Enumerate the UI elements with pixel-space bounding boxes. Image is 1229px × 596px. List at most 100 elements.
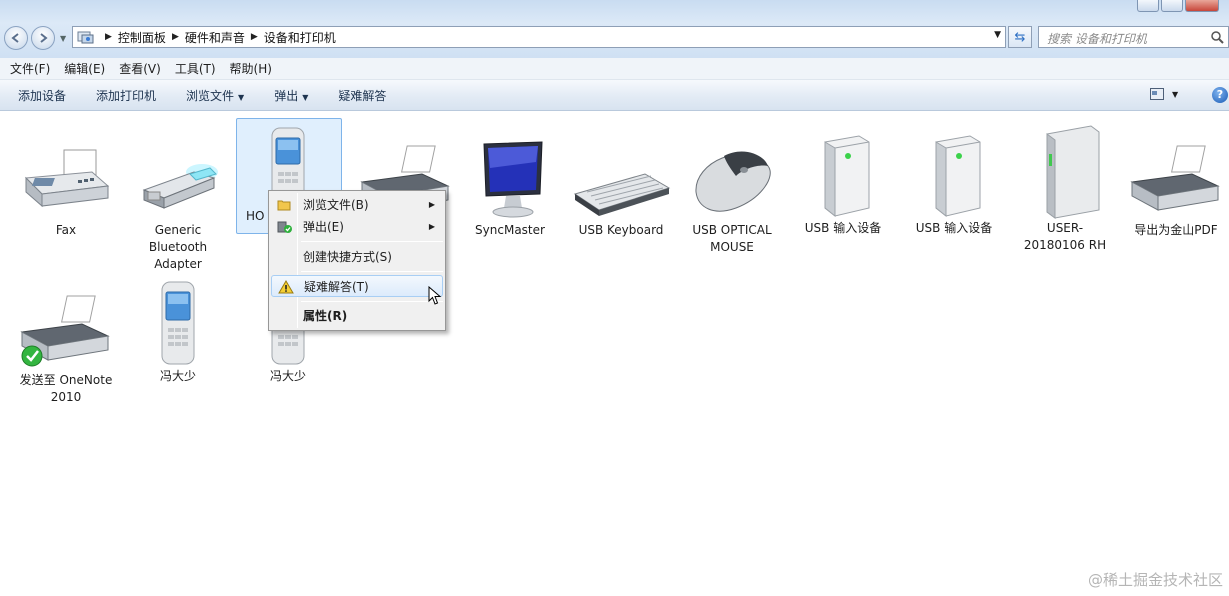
- ctx-properties[interactable]: 属性(R): [271, 305, 443, 327]
- device-phone-1[interactable]: 冯大少: [126, 280, 230, 385]
- chevron-down-icon: ▼: [1172, 89, 1179, 99]
- device-mouse[interactable]: USB OPTICAL MOUSE: [680, 142, 784, 256]
- breadcrumb-control-panel[interactable]: 控制面板: [118, 29, 166, 46]
- submenu-arrow-icon: ▶: [428, 200, 435, 209]
- submenu-arrow-icon: ▶: [428, 222, 435, 231]
- usb-device-icon: [824, 135, 870, 218]
- device-label: USB 输入设备: [804, 221, 882, 235]
- device-label: 导出为金山PDF: [1134, 223, 1218, 237]
- search-input[interactable]: 搜索 设备和打印机: [1038, 26, 1229, 48]
- eject-button[interactable]: 弹出 ▼: [274, 87, 308, 104]
- change-view-button[interactable]: ▼: [1150, 88, 1178, 100]
- ctx-browse-files[interactable]: 浏览文件(B) ▶: [271, 194, 443, 216]
- breadcrumb-separator: ▶: [250, 32, 258, 42]
- breadcrumb-separator: ▶: [171, 32, 179, 42]
- monitor-icon: [483, 141, 543, 218]
- device-computer[interactable]: USER-20180106 RH: [1013, 124, 1117, 254]
- arrow-right-icon: [40, 33, 48, 43]
- breadcrumb-hardware-sound[interactable]: 硬件和声音: [185, 29, 245, 46]
- menu-edit[interactable]: 编辑(E): [64, 60, 105, 77]
- device-label: USB OPTICAL MOUSE: [692, 223, 772, 254]
- control-panel-icon: [77, 31, 94, 44]
- device-label: USER-20180106 RH: [1023, 221, 1107, 252]
- chevron-down-icon: ▼: [302, 92, 309, 102]
- mouse-icon: [695, 151, 771, 212]
- device-bluetooth-adapter[interactable]: Generic Bluetooth Adapter: [126, 142, 230, 273]
- address-bar[interactable]: ▶ 控制面板 ▶ 硬件和声音 ▶ 设备和打印机 ▼: [72, 26, 1006, 48]
- printer-default-icon: [20, 295, 110, 367]
- warning-icon: [278, 280, 294, 294]
- recent-pages-dropdown[interactable]: ▼: [60, 34, 66, 43]
- arrow-left-icon: [11, 33, 19, 43]
- menu-file[interactable]: 文件(F): [10, 60, 50, 77]
- device-list: Fax Generic Bluetooth Adapter HO SyncMas…: [0, 112, 1229, 596]
- ctx-create-shortcut[interactable]: 创建快捷方式(S): [271, 246, 443, 268]
- menu-separator: [301, 241, 443, 242]
- device-fax[interactable]: Fax: [14, 142, 118, 239]
- ctx-eject[interactable]: 弹出(E) ▶: [271, 216, 443, 238]
- ctx-troubleshoot-label: 疑难解答(T): [304, 280, 369, 294]
- device-label: SyncMaster: [475, 223, 545, 237]
- breadcrumb-separator: ▶: [105, 32, 112, 42]
- device-usb-input-2[interactable]: USB 输入设备: [902, 134, 1006, 237]
- ctx-troubleshoot[interactable]: 疑难解答(T): [271, 275, 443, 297]
- fax-icon: [24, 149, 110, 208]
- bluetooth-adapter-icon: [142, 164, 218, 209]
- eject-label: 弹出: [274, 88, 299, 103]
- device-label: 冯大少: [159, 369, 196, 383]
- menu-separator: [301, 271, 443, 272]
- window-titlebar: ▼ ▶ 控制面板 ▶ 硬件和声音 ▶ 设备和打印机 ▼ ⇆ 搜索 设备和打印机: [0, 0, 1229, 58]
- minimize-button[interactable]: [1137, 0, 1159, 12]
- device-onenote-printer[interactable]: 发送至 OneNote 2010: [14, 292, 118, 406]
- refresh-button[interactable]: ⇆: [1008, 26, 1032, 48]
- ctx-properties-label: 属性(R): [303, 309, 348, 323]
- menu-view[interactable]: 查看(V): [119, 60, 161, 77]
- device-label: Fax: [55, 223, 77, 237]
- browse-files-button[interactable]: 浏览文件 ▼: [186, 87, 244, 104]
- help-button[interactable]: ?: [1212, 87, 1228, 103]
- forward-button[interactable]: [31, 26, 55, 50]
- usb-device-icon: [935, 135, 981, 218]
- command-bar: 添加设备 添加打印机 浏览文件 ▼ 弹出 ▼ 疑难解答: [0, 80, 1229, 111]
- back-button[interactable]: [4, 26, 28, 50]
- menu-help[interactable]: 帮助(H): [230, 60, 272, 77]
- phone-icon: [161, 281, 195, 365]
- ctx-create-shortcut-label: 创建快捷方式(S): [303, 250, 392, 264]
- refresh-icon: ⇆: [1014, 29, 1026, 45]
- device-keyboard[interactable]: USB Keyboard: [569, 142, 673, 239]
- ctx-eject-label: 弹出(E): [303, 220, 344, 234]
- eject-device-icon: [277, 221, 292, 233]
- help-icon: ?: [1216, 88, 1224, 101]
- menu-tools[interactable]: 工具(T): [175, 60, 216, 77]
- window-controls: [1137, 0, 1219, 12]
- ctx-browse-files-label: 浏览文件(B): [303, 198, 369, 212]
- context-menu: 浏览文件(B) ▶ 弹出(E) ▶ 创建快捷方式(S) 疑难解答(T) 属性(R…: [268, 190, 446, 331]
- printer-icon: [1130, 145, 1220, 211]
- device-pdf-printer[interactable]: 导出为金山PDF: [1124, 142, 1228, 239]
- search-placeholder: 搜索 设备和打印机: [1047, 32, 1147, 46]
- maximize-button[interactable]: [1161, 0, 1183, 12]
- computer-icon: [1046, 125, 1100, 219]
- device-label: 发送至 OneNote 2010: [19, 373, 113, 404]
- device-label: USB 输入设备: [915, 221, 993, 235]
- device-label: USB Keyboard: [578, 223, 664, 237]
- troubleshoot-button[interactable]: 疑难解答: [338, 87, 386, 104]
- menu-separator: [301, 301, 443, 302]
- breadcrumb-devices-printers[interactable]: 设备和打印机: [264, 29, 336, 46]
- search-icon: [1211, 31, 1224, 44]
- device-label: Generic Bluetooth Adapter: [148, 223, 208, 271]
- view-icon: [1150, 88, 1164, 100]
- add-printer-button[interactable]: 添加打印机: [96, 87, 156, 104]
- keyboard-icon: [573, 173, 671, 216]
- add-device-button[interactable]: 添加设备: [18, 87, 66, 104]
- chevron-down-icon: ▼: [238, 92, 245, 102]
- watermark: @稀土掘金技术社区: [1087, 571, 1223, 589]
- device-monitor[interactable]: SyncMaster: [458, 138, 562, 239]
- browse-files-label: 浏览文件: [186, 88, 235, 103]
- mouse-cursor-icon: [428, 286, 442, 305]
- device-usb-input-1[interactable]: USB 输入设备: [791, 134, 895, 237]
- menu-bar: 文件(F) 编辑(E) 查看(V) 工具(T) 帮助(H): [0, 58, 1229, 80]
- device-label: 冯大少: [269, 369, 306, 383]
- close-button[interactable]: [1185, 0, 1219, 12]
- address-dropdown-icon[interactable]: ▼: [994, 30, 1001, 40]
